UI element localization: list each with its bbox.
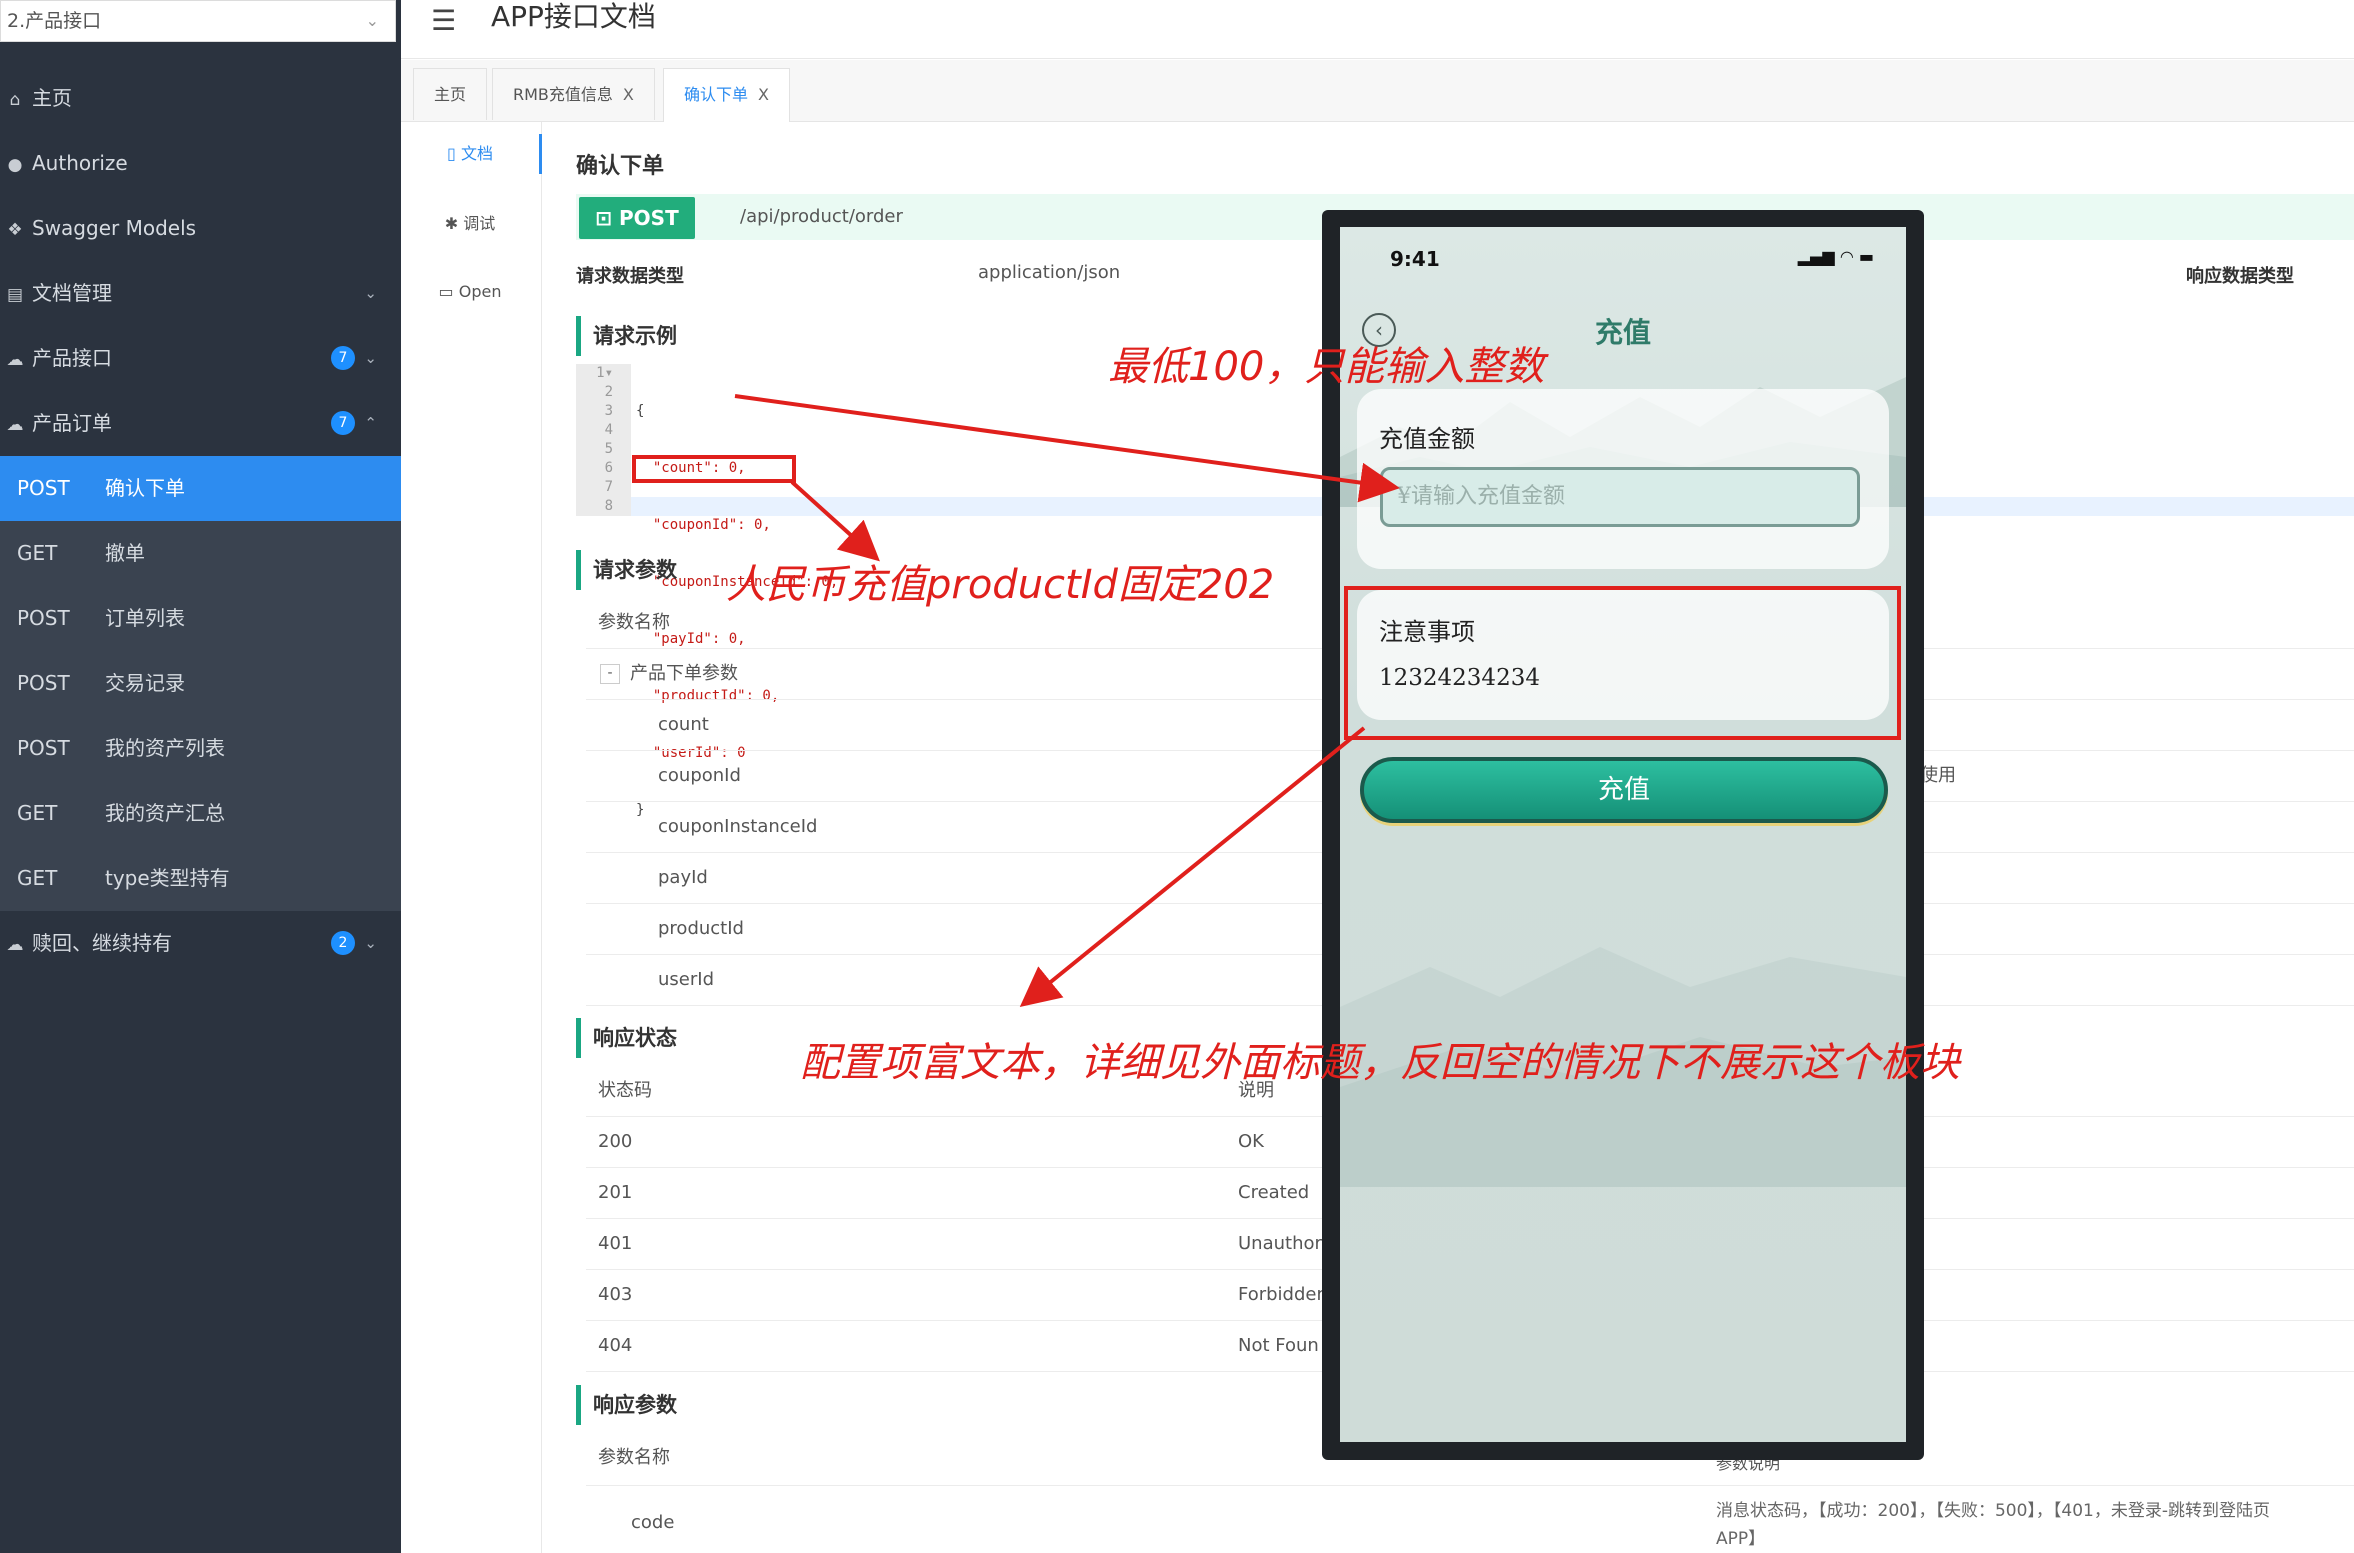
arrow-notice (1019, 726, 1366, 1008)
arrow-min-amount (734, 394, 1400, 503)
annotation-min-amount: 最低100，只能输入整数 (1108, 344, 1545, 390)
annotation-productid: 人民币充值productId固定202 (726, 562, 1275, 608)
annotation-arrows (734, 394, 1400, 1008)
arrow-productid (790, 480, 880, 562)
annotation-notice: 配置项富文本，详细见外面标题，反回空的情况下不展示这个板块 (800, 1040, 1960, 1086)
